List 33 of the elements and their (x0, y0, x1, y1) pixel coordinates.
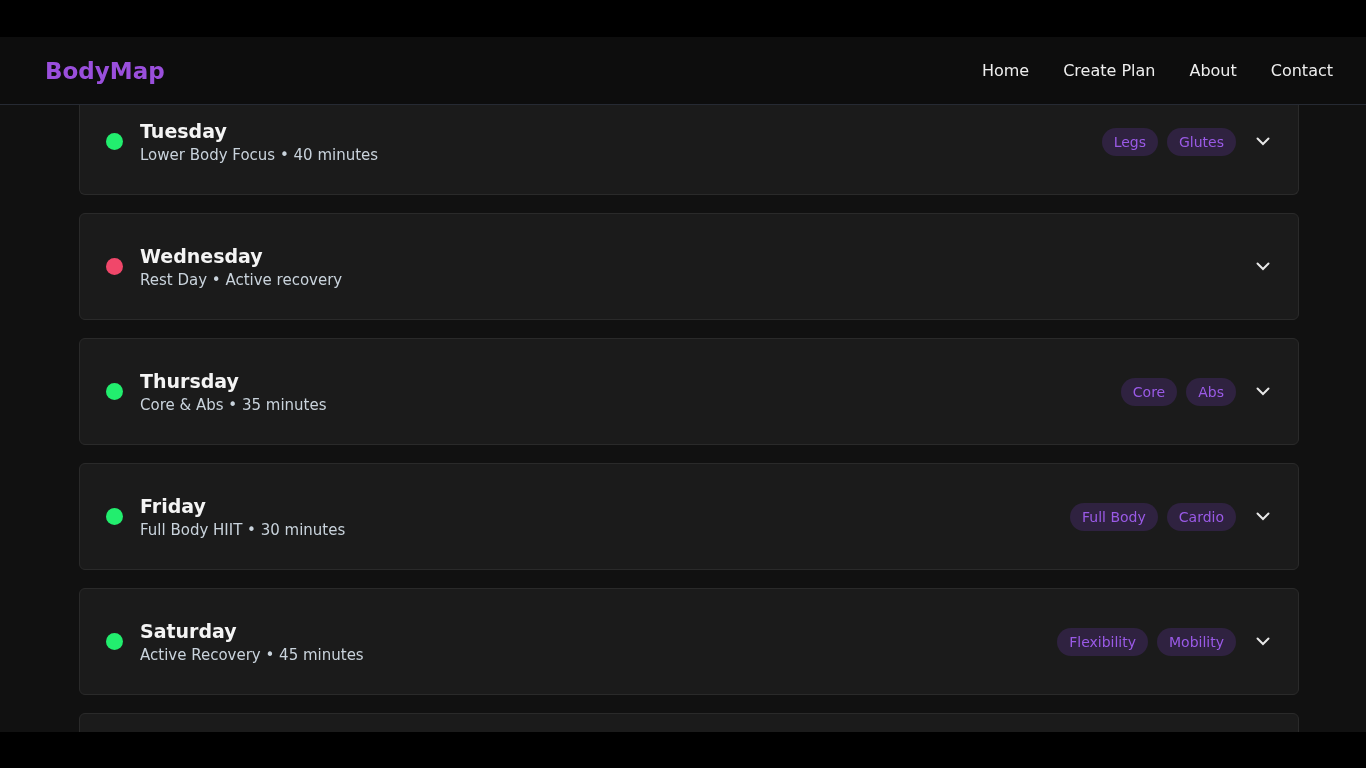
day-card[interactable]: Friday Full Body HIIT • 30 minutes Full Body Cardio (79, 463, 1299, 570)
day-summary: Lower Body Focus • 40 minutes (140, 145, 380, 164)
day-card[interactable]: Tuesday Lower Body Focus • 40 minutes Legs Glutes (79, 105, 1299, 195)
nav-link[interactable]: Contact (1270, 61, 1333, 80)
muscle-tag: Full Body (1070, 502, 1158, 531)
chevron-down-icon[interactable] (1256, 512, 1270, 521)
muscle-tag: Legs (1101, 127, 1158, 156)
day-title: Saturday (140, 619, 238, 642)
day-title: Wednesday (140, 244, 264, 267)
day-title: Thursday (140, 369, 240, 392)
chevron-down-icon[interactable] (1256, 262, 1270, 271)
nav-link[interactable]: Create Plan (1063, 61, 1156, 80)
day-title: Friday (140, 494, 207, 517)
muscle-tag: Core (1120, 377, 1178, 406)
day-card[interactable]: Thursday Core & Abs • 35 minutes Core Abs (79, 338, 1299, 445)
day-card[interactable]: Wednesday Rest Day • Active recovery (79, 213, 1299, 320)
chevron-down-icon[interactable] (1256, 637, 1270, 646)
chevron-down-icon[interactable] (1256, 137, 1270, 146)
day-summary: Full Body HIIT • 30 minutes (140, 520, 347, 539)
nav-link[interactable]: Home (981, 61, 1030, 80)
muscle-tag: Flexibility (1057, 627, 1148, 656)
muscle-tag: Abs (1186, 377, 1236, 406)
nav-link[interactable]: About (1189, 61, 1237, 80)
day-summary: Rest Day • Active recovery (140, 270, 344, 289)
day-card[interactable]: Saturday Active Recovery • 45 minutes Flexibility Mobility (79, 588, 1299, 695)
day-title: Tuesday (140, 119, 228, 142)
chevron-down-icon[interactable] (1256, 387, 1270, 396)
brand-logo[interactable]: BodyMap (45, 57, 165, 84)
day-summary: Active Recovery • 45 minutes (140, 645, 365, 664)
muscle-tag: Mobility (1157, 627, 1236, 656)
muscle-tag: Cardio (1166, 502, 1236, 531)
day-summary: Core & Abs • 35 minutes (140, 395, 328, 414)
muscle-tag: Glutes (1167, 127, 1236, 156)
